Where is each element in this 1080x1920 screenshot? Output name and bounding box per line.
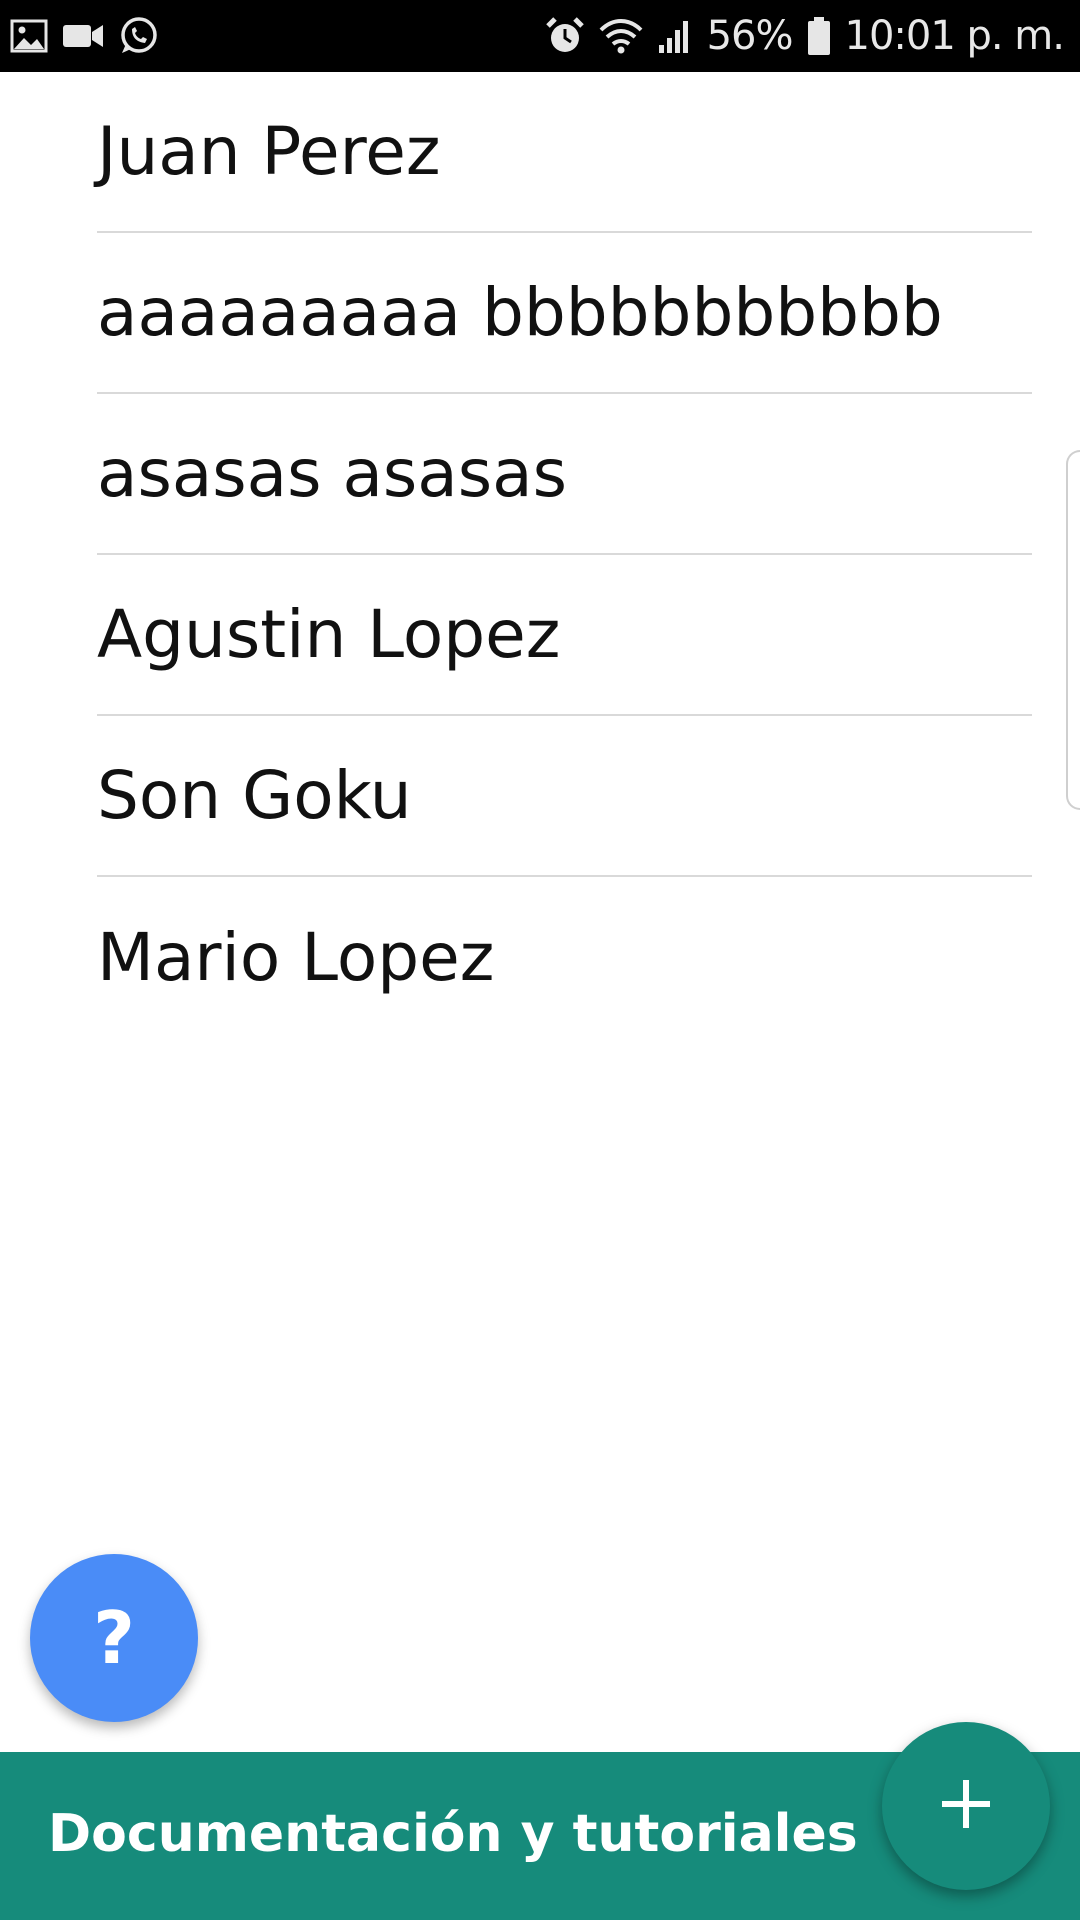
battery-icon (807, 16, 831, 56)
list-item[interactable]: Son Goku (97, 716, 1032, 877)
list-item[interactable]: Mario Lopez (97, 877, 1032, 1038)
status-bar: 56% 10:01 p. m. (0, 0, 1080, 72)
list-item-label: asasas asasas (97, 434, 567, 512)
list-item-label: Agustin Lopez (97, 595, 561, 673)
alarm-icon (545, 16, 585, 56)
list-item[interactable]: aaaaaaaaa bbbbbbbbbbb (97, 233, 1032, 394)
list-item-label: Mario Lopez (97, 918, 495, 996)
add-contact-button[interactable] (882, 1722, 1050, 1890)
wifi-icon (599, 16, 643, 56)
status-right-icons: 56% 10:01 p. m. (545, 10, 1065, 62)
signal-icon (657, 17, 693, 55)
documentation-link[interactable]: Documentación y tutoriales (48, 1804, 858, 1864)
list-item[interactable]: asasas asasas (97, 394, 1032, 555)
list-item-label: Juan Perez (97, 112, 441, 190)
edge-panel-handle[interactable] (1066, 450, 1080, 810)
whatsapp-icon (118, 16, 158, 56)
list-item-label: aaaaaaaaa bbbbbbbbbbb (97, 273, 943, 351)
clock: 10:01 p. m. (844, 13, 1065, 59)
list-item[interactable]: Agustin Lopez (97, 555, 1032, 716)
gallery-icon (10, 19, 48, 53)
plus-icon (940, 1778, 992, 1835)
battery-percent: 56% (706, 13, 794, 59)
list-item[interactable]: Juan Perez (97, 72, 1032, 233)
video-camera-icon (62, 22, 104, 50)
contact-list: Juan Perez aaaaaaaaa bbbbbbbbbbb asasas … (97, 72, 1032, 1038)
list-item-label: Son Goku (97, 756, 412, 834)
status-left-icons (10, 14, 158, 58)
help-button[interactable]: ? (30, 1554, 198, 1722)
help-question-icon: ? (93, 1596, 135, 1680)
